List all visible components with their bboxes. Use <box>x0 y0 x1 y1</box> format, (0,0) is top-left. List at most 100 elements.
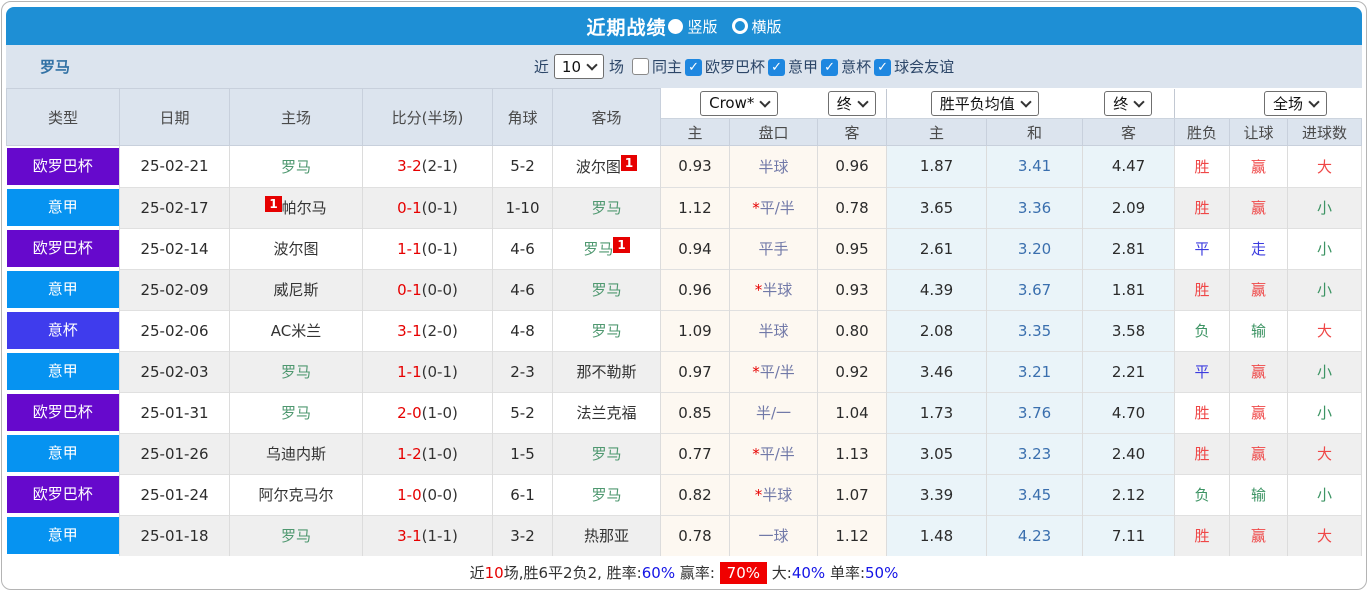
goals-result-cell: 大 <box>1287 432 1362 474</box>
summary-segment: 近 <box>469 564 485 582</box>
league-filters: ✓ 欧罗巴杯 ✓ 意甲 ✓ 意杯 ✓ 球会友谊 <box>682 56 954 77</box>
avg-home-cell: 3.39 <box>886 473 988 515</box>
league-badge: 意甲 <box>6 189 119 226</box>
bookmaker-select[interactable]: Crow* <box>700 90 779 116</box>
away-team-cell: 罗马 1 <box>552 227 661 269</box>
result-cell: 胜 <box>1174 268 1231 310</box>
team-label: 罗马 <box>591 281 622 299</box>
vertical-radio-label[interactable]: 竖版 <box>687 16 717 37</box>
avg-away-cell: 4.47 <box>1082 145 1176 187</box>
col-header-type: 类型 <box>6 88 120 146</box>
home-team-cell: 威尼斯 <box>229 268 363 310</box>
summary-segment: 70% <box>719 562 768 584</box>
league-badge: 意甲 <box>6 435 119 472</box>
league-checkbox[interactable]: ✓ <box>685 59 703 76</box>
league-badge: 欧罗巴杯 <box>6 476 119 513</box>
horizontal-radio[interactable] <box>731 18 748 34</box>
halftime-score: (0-1) <box>421 362 458 381</box>
league-checkbox-label: 意杯 <box>841 58 872 76</box>
horizontal-radio-label[interactable]: 横版 <box>752 16 782 37</box>
home-odds-cell: 0.97 <box>660 350 730 392</box>
fulltime-score: 3-1 <box>397 321 422 340</box>
avg-away-cell: 2.21 <box>1082 350 1176 392</box>
away-odds-cell: 1.07 <box>817 473 888 515</box>
league-checkbox[interactable]: ✓ <box>768 59 786 76</box>
league-badge-cell: 意甲 <box>6 433 120 474</box>
avg-away-cell: 2.81 <box>1082 227 1176 269</box>
team-label: 热那亚 <box>583 527 629 546</box>
sub-col-header: 客 <box>817 118 888 146</box>
league-checkbox[interactable]: ✓ <box>821 59 839 76</box>
league-badge-cell: 意甲 <box>6 187 120 228</box>
same-home-checkbox[interactable] <box>632 58 650 75</box>
vertical-radio[interactable] <box>668 18 684 34</box>
corners-cell: 1-5 <box>492 432 553 474</box>
score-cell: 3-2(2-1) <box>362 145 493 187</box>
summary-segment: 50% <box>865 564 899 582</box>
odds-time-select-value: 终 <box>836 94 852 113</box>
avg-draw-value: 3.76 <box>1017 403 1052 422</box>
avg-home-cell: 4.39 <box>886 268 988 310</box>
home-team-cell: 罗马 <box>229 350 363 392</box>
corners-cell: 1-10 <box>492 186 553 228</box>
avg-home-cell: 2.08 <box>886 309 988 351</box>
away-team-cell: 罗马 <box>552 268 661 310</box>
table-row: 意甲 25-01-18 罗马 3-1(1-1) 3-2 热那亚 0.78 一球 1.12 1.48… <box>6 514 1362 556</box>
away-odds-cell: 0.96 <box>817 145 888 187</box>
league-badge: 意甲 <box>6 271 119 308</box>
team-label: 罗马 <box>280 157 311 176</box>
table-row: 欧罗巴杯 25-02-14 波尔图 1-1(0-1) 4-6 罗马 1 0.94 平手 0.95 2… <box>6 227 1362 269</box>
avg-draw-cell: 3.45 <box>986 473 1084 515</box>
avg-draw-cell: 3.41 <box>986 145 1084 187</box>
score-cell: 1-0(0-0) <box>362 473 493 515</box>
avg-draw-cell: 3.21 <box>986 350 1084 392</box>
team-label: 罗马 <box>280 527 311 546</box>
avg-draw-value: 3.41 <box>1017 157 1052 176</box>
odds-time-select[interactable]: 终 <box>827 90 876 116</box>
handicap-cell: *平/半 <box>729 350 819 392</box>
header-spacer <box>1174 88 1230 119</box>
summary-segment: 赢率: <box>675 564 720 582</box>
team-label: 威尼斯 <box>273 281 319 299</box>
halftime-score: (0-1) <box>421 198 458 217</box>
avg-draw-value: 3.21 <box>1017 362 1052 381</box>
handicap-result-cell: 输 <box>1229 473 1289 515</box>
goals-result-cell: 小 <box>1287 227 1362 269</box>
score-cell: 0-1(0-0) <box>362 268 493 310</box>
halftime-score: (1-1) <box>421 526 458 545</box>
handicap-result-cell: 赢 <box>1229 350 1289 392</box>
avg-draw-value: 3.36 <box>1017 198 1052 217</box>
avg-time-select[interactable]: 终 <box>1104 90 1153 116</box>
score-cell: 2-0(1-0) <box>362 391 493 433</box>
fulltime-score: 1-2 <box>397 444 422 463</box>
avg-away-cell: 2.12 <box>1082 473 1176 515</box>
avg-home-cell: 2.61 <box>886 227 988 269</box>
date-cell: 25-01-31 <box>119 391 230 433</box>
avg-home-cell: 1.48 <box>886 514 988 556</box>
goals-result-cell: 大 <box>1287 309 1362 351</box>
league-checkbox[interactable]: ✓ <box>874 59 892 76</box>
away-team-cell: 法兰克福 <box>552 391 661 433</box>
avg-home-cell: 3.65 <box>886 186 988 228</box>
league-badge-cell: 欧罗巴杯 <box>6 474 120 515</box>
home-odds-cell: 0.94 <box>660 227 730 269</box>
avg-draw-value: 4.23 <box>1017 526 1052 545</box>
avg-draw-cell: 3.67 <box>986 268 1084 310</box>
table-row: 欧罗巴杯 25-01-31 罗马 2-0(1-0) 5-2 法兰克福 0.85 半/一 1.04… <box>6 391 1362 433</box>
avg-draw-cell: 3.76 <box>986 391 1084 433</box>
recent-count-select[interactable]: 10 <box>553 54 604 79</box>
sub-col-header: 胜负 <box>1174 118 1231 146</box>
scope-select[interactable]: 全场 <box>1264 90 1328 116</box>
result-cell: 胜 <box>1174 391 1231 433</box>
handicap-result-cell: 走 <box>1229 227 1289 269</box>
halftime-score: (1-0) <box>421 444 458 463</box>
handicap-label: 半/一 <box>755 404 792 422</box>
sub-col-header: 客 <box>1082 118 1176 146</box>
league-badge-cell: 意甲 <box>6 269 120 310</box>
red-card-badge: 1 <box>265 196 282 212</box>
avg-type-select[interactable]: 胜平负均值 <box>930 90 1039 116</box>
handicap-cell: 一球 <box>729 514 819 556</box>
table-row: 意甲 25-02-03 罗马 1-1(0-1) 2-3 那不勒斯 0.97 *平/半 0.92 3… <box>6 350 1362 392</box>
handicap-cell: *平/半 <box>729 432 819 474</box>
team-label: 罗马 <box>591 199 622 217</box>
